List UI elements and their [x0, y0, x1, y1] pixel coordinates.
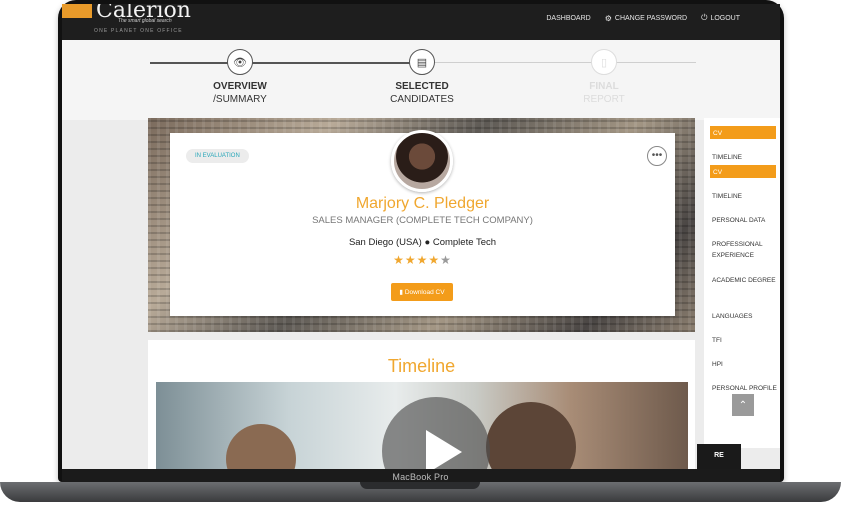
side-nav-item[interactable]: CV [710, 126, 776, 139]
video-scene-person [226, 424, 296, 469]
step-overview-sub: /SUMMARY [213, 94, 267, 105]
download-cv-label: Download CV [404, 288, 445, 296]
app-screen: Calerion The smart global search ONE PLA… [62, 4, 780, 469]
side-nav-item[interactable]: TIMELINE [712, 191, 778, 202]
side-nav-item[interactable]: ACADEMIC DEGREE [712, 275, 778, 286]
side-nav-item[interactable]: CV [710, 165, 776, 178]
side-dark-tab-label: RE [714, 452, 724, 459]
nav-dashboard[interactable]: DASHBOARD [546, 13, 590, 23]
side-dark-tab[interactable]: RE [697, 444, 741, 469]
candidate-role: SALES MANAGER (COMPLETE TECH COMPANY) [312, 215, 533, 226]
step-final-title: FINAL [589, 81, 619, 92]
brand-subline: ONE PLANET ONE OFFICE [94, 28, 183, 34]
power-icon: ⏻ [701, 13, 708, 22]
side-nav-item[interactable]: TIMELINE [712, 152, 778, 163]
timeline-section: Timeline [148, 340, 695, 469]
step-final-document-icon: ▯ [591, 49, 617, 75]
nav-change-password-label: CHANGE PASSWORD [614, 14, 688, 22]
timeline-title: Timeline [387, 356, 456, 376]
candidate-location-line: San Diego (USA) ● Complete Tech [170, 237, 675, 248]
dot-separator: ● [424, 237, 433, 248]
logo-badge [62, 4, 92, 18]
side-nav-item[interactable]: PERSONAL PROFILE [712, 383, 778, 394]
step-selected-title: SELECTED [395, 81, 449, 92]
star-filled-icon: ★ [404, 253, 417, 267]
rating-stars: ★★★★★ [170, 253, 675, 267]
scroll-to-top-button[interactable]: ⌃ [732, 394, 754, 416]
nav-logout-label: LOGOUT [710, 14, 740, 22]
step-overview-eye-icon[interactable]: 👁 [227, 49, 253, 75]
step-selected[interactable]: SELECTED CANDIDATES [362, 80, 482, 106]
download-cv-button[interactable]: ▮ Download CV [391, 283, 453, 301]
device-label: MacBook Pro [392, 472, 449, 482]
side-nav-item[interactable]: PERSONAL DATA [712, 215, 778, 226]
step-overview[interactable]: OVERVIEW /SUMMARY [180, 80, 300, 106]
nav-dashboard-label: DASHBOARD [546, 14, 591, 22]
ellipsis-icon: ••• [651, 150, 663, 161]
star-filled-icon: ★ [428, 253, 441, 267]
more-options-button[interactable]: ••• [647, 146, 667, 166]
top-bar: Calerion The smart global search ONE PLA… [62, 4, 780, 40]
nav-logout[interactable]: ⏻ LOGOUT [701, 13, 740, 23]
star-empty-icon: ★ [440, 253, 452, 267]
side-nav-item[interactable]: LANGUAGES [712, 311, 778, 322]
step-selected-sub: CANDIDATES [390, 94, 454, 105]
step-final-sub: REPORT [583, 94, 625, 105]
candidate-avatar [391, 130, 453, 192]
status-badge: IN EVALUATION [186, 149, 249, 163]
video-scene-person [486, 402, 576, 469]
star-filled-icon: ★ [393, 253, 405, 267]
top-nav: DASHBOARD ⚙ CHANGE PASSWORD ⏻ LOGOUT [546, 13, 740, 23]
progress-stepper: 👁 OVERVIEW /SUMMARY ▤ SELECTED CANDIDATE… [62, 40, 780, 120]
timeline-video[interactable] [156, 382, 688, 469]
gear-icon: ⚙ [604, 13, 612, 23]
chevron-up-icon: ⌃ [738, 399, 748, 411]
stepper-track-active [150, 62, 422, 64]
side-nav-item[interactable]: TFI [712, 335, 778, 346]
star-filled-icon: ★ [416, 253, 429, 267]
step-final: FINAL REPORT [544, 80, 664, 106]
step-selected-list-icon[interactable]: ▤ [409, 49, 435, 75]
nav-change-password[interactable]: ⚙ CHANGE PASSWORD [605, 13, 687, 23]
laptop-mockup: Calerion The smart global search ONE PLA… [0, 0, 841, 511]
side-nav-item[interactable]: HPI [712, 359, 778, 370]
candidate-location: San Diego (USA) [348, 237, 422, 248]
candidate-company: Complete Tech [432, 237, 497, 248]
candidate-name: Marjory C. Pledger [355, 195, 490, 212]
step-overview-title: OVERVIEW [213, 81, 267, 92]
brand-tagline: The smart global search [118, 18, 172, 24]
side-nav-item[interactable]: PROFESSIONAL EXPERIENCE [712, 239, 778, 261]
laptop-base-notch [360, 482, 480, 489]
play-icon [426, 430, 462, 469]
